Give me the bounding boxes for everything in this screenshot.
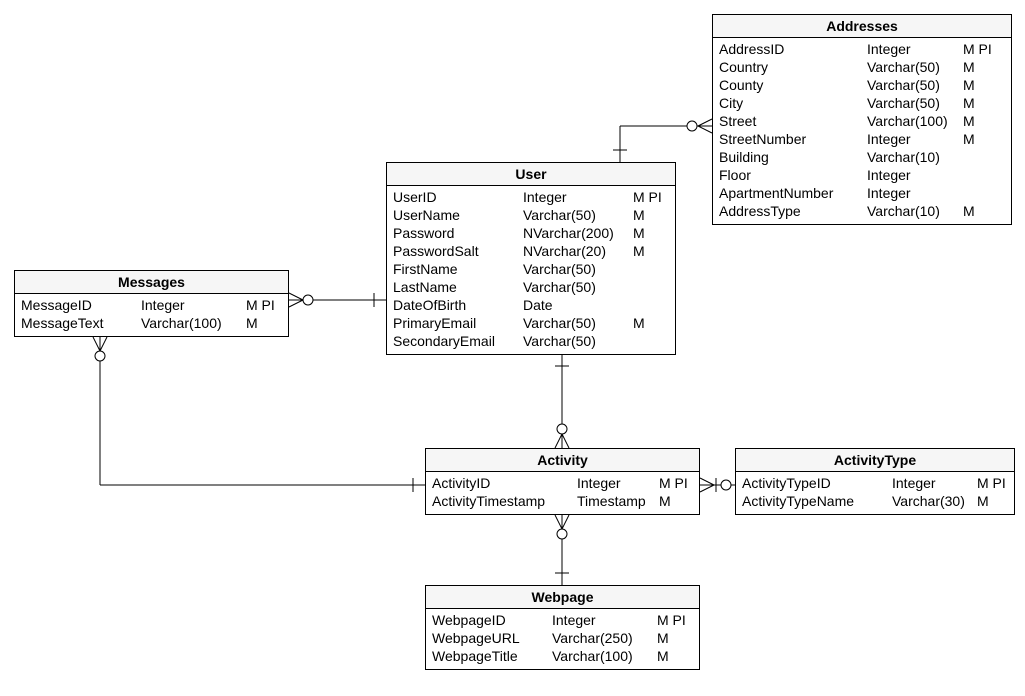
entity-field: ActivityTypeIDIntegerM PI <box>742 474 1008 492</box>
entity-body: ActivityTypeIDIntegerM PI ActivityTypeNa… <box>736 472 1014 514</box>
entity-field: StreetNumberIntegerM <box>719 130 1005 148</box>
entity-body: UserIDIntegerM PI UserNameVarchar(50)M P… <box>387 186 675 354</box>
entity-addresses: Addresses AddressIDIntegerM PI CountryVa… <box>712 14 1012 225</box>
entity-field: WebpageIDIntegerM PI <box>432 611 693 629</box>
entity-field: CityVarchar(50)M <box>719 94 1005 112</box>
entity-field: MessageTextVarchar(100)M <box>21 314 282 332</box>
entity-field: AddressTypeVarchar(10)M <box>719 202 1005 220</box>
entity-field: WebpageTitleVarchar(100)M <box>432 647 693 665</box>
entity-field: MessageIDIntegerM PI <box>21 296 282 314</box>
entity-field: AddressIDIntegerM PI <box>719 40 1005 58</box>
entity-field: CountryVarchar(50)M <box>719 58 1005 76</box>
entity-field: UserNameVarchar(50)M <box>393 206 669 224</box>
entity-body: ActivityIDIntegerM PI ActivityTimestampT… <box>426 472 699 514</box>
entity-title: Activity <box>426 449 699 472</box>
entity-messages: Messages MessageIDIntegerM PI MessageTex… <box>14 270 289 337</box>
entity-activitytype: ActivityType ActivityTypeIDIntegerM PI A… <box>735 448 1015 515</box>
entity-body: WebpageIDIntegerM PI WebpageURLVarchar(2… <box>426 609 699 669</box>
rel-messages-activity <box>93 337 425 492</box>
entity-title: Addresses <box>713 15 1011 38</box>
entity-title: User <box>387 163 675 186</box>
entity-body: AddressIDIntegerM PI CountryVarchar(50)M… <box>713 38 1011 224</box>
rel-activity-activitytype <box>700 478 735 492</box>
entity-body: MessageIDIntegerM PI MessageTextVarchar(… <box>15 294 288 336</box>
entity-field: PasswordSaltNVarchar(20)M <box>393 242 669 260</box>
entity-field: PasswordNVarchar(200)M <box>393 224 669 242</box>
entity-title: Messages <box>15 271 288 294</box>
entity-field: StreetVarchar(100)M <box>719 112 1005 130</box>
rel-user-addresses <box>613 119 712 162</box>
entity-field: SecondaryEmailVarchar(50) <box>393 332 669 350</box>
entity-field: UserIDIntegerM PI <box>393 188 669 206</box>
entity-title: ActivityType <box>736 449 1014 472</box>
entity-field: ActivityIDIntegerM PI <box>432 474 693 492</box>
entity-field: ActivityTypeNameVarchar(30)M <box>742 492 1008 510</box>
rel-activity-webpage <box>555 515 569 585</box>
entity-title: Webpage <box>426 586 699 609</box>
entity-field: LastNameVarchar(50) <box>393 278 669 296</box>
entity-field: DateOfBirthDate <box>393 296 669 314</box>
rel-user-activity <box>555 354 569 448</box>
entity-field: WebpageURLVarchar(250)M <box>432 629 693 647</box>
entity-webpage: Webpage WebpageIDIntegerM PI WebpageURLV… <box>425 585 700 670</box>
entity-activity: Activity ActivityIDIntegerM PI ActivityT… <box>425 448 700 515</box>
entity-field: FirstNameVarchar(50) <box>393 260 669 278</box>
entity-field: BuildingVarchar(10) <box>719 148 1005 166</box>
entity-field: PrimaryEmailVarchar(50)M <box>393 314 669 332</box>
entity-field: CountyVarchar(50)M <box>719 76 1005 94</box>
entity-field: ActivityTimestampTimestampM <box>432 492 693 510</box>
entity-field: FloorInteger <box>719 166 1005 184</box>
rel-messages-user <box>289 293 386 307</box>
entity-user: User UserIDIntegerM PI UserNameVarchar(5… <box>386 162 676 355</box>
entity-field: ApartmentNumberInteger <box>719 184 1005 202</box>
